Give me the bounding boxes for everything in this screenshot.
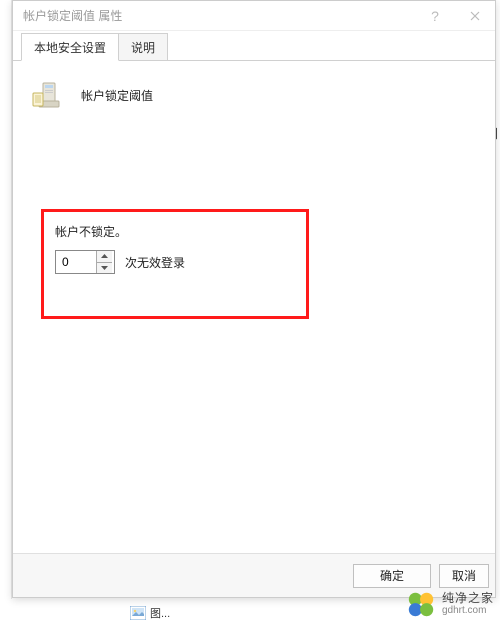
spin-buttons	[96, 251, 112, 273]
properties-dialog: 帐户锁定阈值 属性 ? 本地安全设置 说明	[12, 0, 496, 598]
titlebar: 帐户锁定阈值 属性 ?	[13, 1, 495, 31]
unit-label: 次无效登录	[125, 254, 185, 271]
policy-header: 帐户锁定阈值	[29, 77, 479, 113]
image-icon	[130, 606, 146, 620]
spin-row: 次无效登录	[55, 250, 185, 274]
watermark-en: gdhrt.com	[442, 605, 494, 616]
watermark: 纯净之家 gdhrt.com	[406, 589, 494, 619]
policy-icon	[29, 77, 65, 113]
tab-description[interactable]: 说明	[118, 33, 168, 60]
bottom-item: 图...	[130, 605, 170, 621]
chevron-up-icon	[101, 254, 108, 258]
watermark-cn: 纯净之家	[442, 592, 494, 605]
tabs: 本地安全设置 说明	[13, 33, 495, 61]
watermark-text: 纯净之家 gdhrt.com	[442, 592, 494, 616]
spin-up-button[interactable]	[97, 251, 112, 263]
tab-local-security[interactable]: 本地安全设置	[21, 33, 119, 61]
tab-content: 帐户锁定阈值 帐户不锁定。 次无效登录	[13, 61, 495, 551]
policy-title: 帐户锁定阈值	[81, 87, 153, 104]
help-button[interactable]: ?	[415, 1, 455, 31]
bottom-item-label: 图...	[150, 605, 170, 621]
lockout-label: 帐户不锁定。	[55, 223, 185, 240]
close-button[interactable]	[455, 1, 495, 31]
dialog-title: 帐户锁定阈值 属性	[23, 7, 122, 24]
left-background-fragment	[0, 0, 12, 623]
chevron-down-icon	[101, 266, 108, 270]
threshold-spinbox[interactable]	[55, 250, 115, 274]
lockout-section: 帐户不锁定。 次无效登录	[55, 223, 185, 274]
cancel-button[interactable]: 取消	[439, 564, 489, 588]
spin-down-button[interactable]	[97, 263, 112, 274]
close-icon	[470, 11, 480, 21]
ok-button[interactable]: 确定	[353, 564, 431, 588]
watermark-logo-icon	[406, 589, 436, 619]
threshold-input[interactable]	[56, 251, 96, 273]
